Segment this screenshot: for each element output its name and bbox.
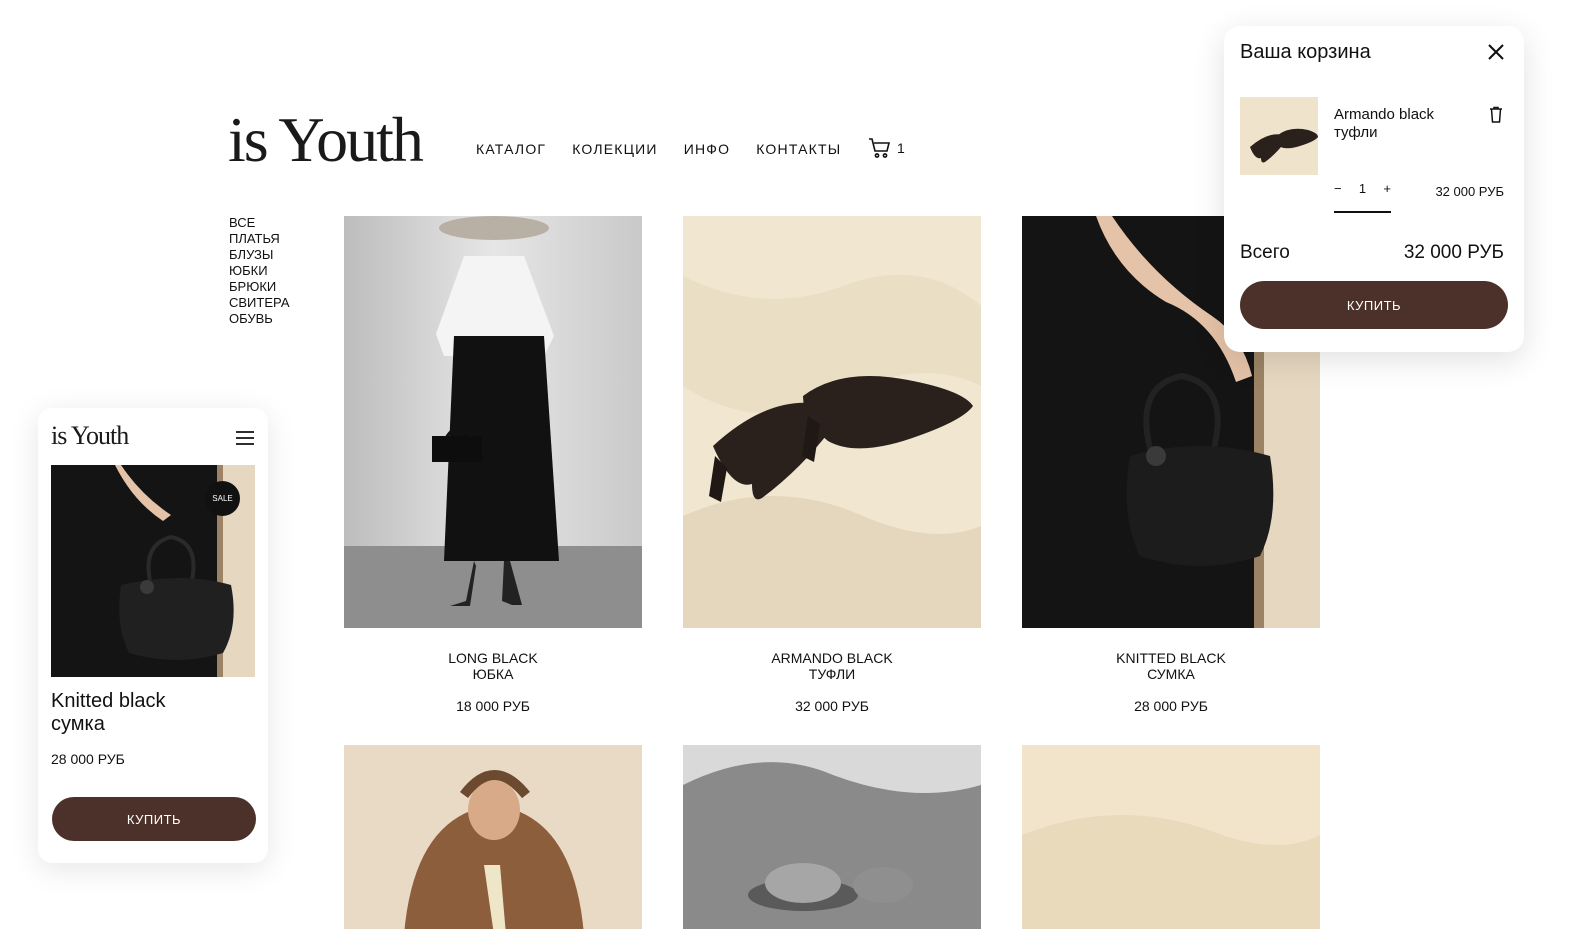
category-blouses[interactable]: БЛУЗЫ [229, 247, 290, 263]
product-card[interactable]: ARMANDO BLACK ТУФЛИ 32 000 РУБ [683, 216, 981, 714]
product-image[interactable] [344, 745, 642, 929]
mobile-buy-button[interactable]: КУПИТЬ [52, 797, 256, 841]
category-dresses[interactable]: ПЛАТЬЯ [229, 231, 290, 247]
mobile-logo[interactable]: is Youth [51, 421, 129, 451]
mobile-product-title[interactable]: Knitted black сумка [51, 690, 166, 736]
product-name[interactable]: KNITTED BLACK СУМКА [1022, 650, 1320, 682]
category-sweaters[interactable]: СВИТЕРА [229, 295, 290, 311]
cart-item-price: 32 000 РУБ [1435, 184, 1504, 199]
quantity-decrease-button[interactable]: − [1334, 181, 1342, 211]
main-nav: КАТАЛОГ КОЛЕКЦИИ ИНФО КОНТАКТЫ [476, 141, 841, 157]
cart-count: 1 [897, 140, 905, 156]
site-logo[interactable]: is Youth [228, 108, 424, 172]
trash-icon[interactable] [1489, 106, 1503, 128]
quantity-stepper: − 1 + [1334, 181, 1391, 213]
nav-collections[interactable]: КОЛЕКЦИИ [572, 141, 658, 157]
quantity-value[interactable]: 1 [1359, 181, 1366, 211]
product-price: 32 000 РУБ [795, 698, 869, 714]
nav-contacts[interactable]: КОНТАКТЫ [756, 141, 841, 157]
close-icon[interactable] [1486, 42, 1506, 67]
nav-info[interactable]: ИНФО [684, 141, 731, 157]
menu-icon[interactable] [235, 430, 255, 451]
cart-item-image[interactable] [1240, 97, 1318, 175]
category-list: ВСЕ ПЛАТЬЯ БЛУЗЫ ЮБКИ БРЮКИ СВИТЕРА ОБУВ… [229, 215, 290, 327]
mobile-preview: is Youth SALE Knitted black сумка 28 000… [38, 408, 268, 863]
product-price: 28 000 РУБ [1134, 698, 1208, 714]
category-trousers[interactable]: БРЮКИ [229, 279, 290, 295]
cart-button[interactable]: 1 [868, 137, 905, 159]
product-image[interactable] [683, 745, 981, 929]
product-image[interactable] [344, 216, 642, 628]
cart-panel: Ваша корзина Armando black туфли − 1 + 3… [1224, 26, 1524, 352]
quantity-increase-button[interactable]: + [1383, 181, 1391, 211]
cart-buy-button[interactable]: КУПИТЬ [1240, 281, 1508, 329]
cart-title: Ваша корзина [1240, 41, 1371, 63]
category-skirts[interactable]: ЮБКИ [229, 263, 290, 279]
product-price: 18 000 РУБ [456, 698, 530, 714]
category-shoes[interactable]: ОБУВЬ [229, 311, 290, 327]
cart-total-value: 32 000 РУБ [1403, 242, 1504, 263]
cart-total-label: Всего [1240, 242, 1290, 263]
sale-badge: SALE [205, 481, 240, 516]
product-name[interactable]: LONG BLACK ЮБКА [344, 650, 642, 682]
cart-icon [869, 138, 891, 158]
cart-item-name[interactable]: Armando black туфли [1334, 106, 1434, 142]
product-image[interactable] [1022, 745, 1320, 929]
product-image[interactable] [683, 216, 981, 628]
nav-catalog[interactable]: КАТАЛОГ [476, 141, 546, 157]
mobile-product-price: 28 000 РУБ [51, 751, 125, 767]
category-all[interactable]: ВСЕ [229, 215, 290, 231]
product-name[interactable]: ARMANDO BLACK ТУФЛИ [683, 650, 981, 682]
product-card[interactable]: LONG BLACK ЮБКА 18 000 РУБ [344, 216, 642, 714]
